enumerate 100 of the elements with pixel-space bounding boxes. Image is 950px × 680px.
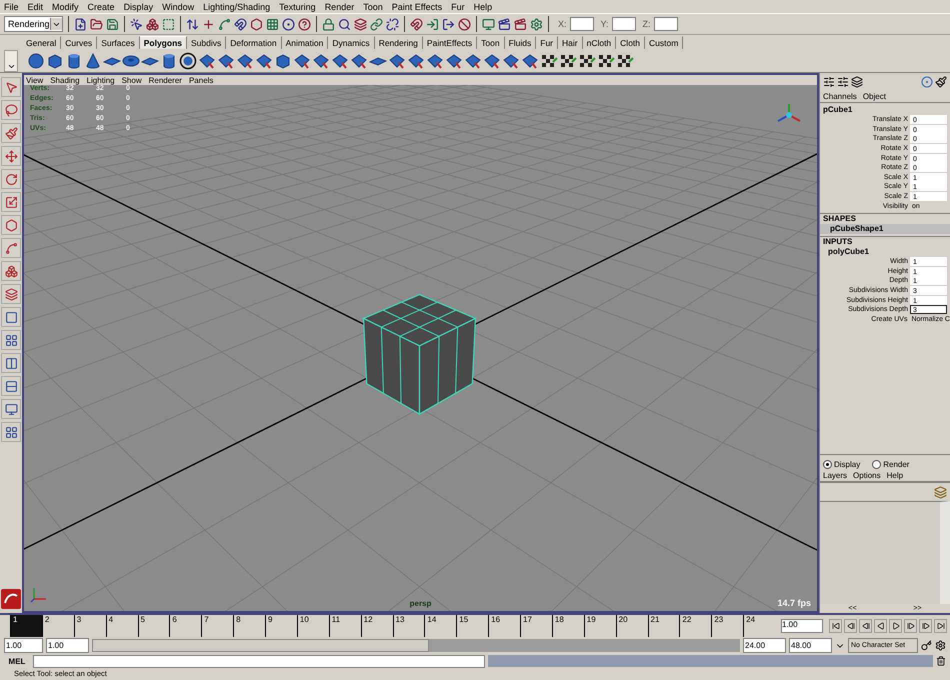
curve-icon[interactable] xyxy=(218,18,231,30)
menu-item[interactable]: Window xyxy=(162,2,194,12)
layer-menu-item[interactable]: Help xyxy=(886,471,904,480)
command-input[interactable] xyxy=(33,654,485,668)
arrows-icon[interactable] xyxy=(186,18,199,30)
shape-node-name[interactable]: pCubeShape1 xyxy=(820,224,950,234)
playback-button[interactable] xyxy=(829,619,842,633)
panel-menu-item[interactable]: Renderer xyxy=(148,76,182,84)
input-icon[interactable] xyxy=(426,18,439,30)
shelf-tab[interactable]: nCloth xyxy=(582,36,616,49)
menu-item[interactable]: Texturing xyxy=(279,2,316,12)
radio-option[interactable]: Display xyxy=(823,460,860,468)
new-file-icon[interactable] xyxy=(74,18,87,30)
menu-item[interactable]: Create xyxy=(88,2,115,12)
mesh-tool-icon[interactable] xyxy=(293,52,311,70)
mesh-tool-icon[interactable] xyxy=(255,52,273,70)
tool-button[interactable] xyxy=(1,376,21,396)
layer-menu-item[interactable]: Layers xyxy=(823,471,848,480)
shelf-tab[interactable]: Deformation xyxy=(226,36,282,49)
menu-item[interactable]: Edit xyxy=(28,2,44,12)
layers-icon[interactable] xyxy=(851,76,863,88)
output-icon[interactable] xyxy=(442,18,455,30)
playback-button[interactable] xyxy=(859,619,872,633)
shelf-tab[interactable]: Animation xyxy=(282,36,328,49)
tool-button[interactable] xyxy=(1,284,21,304)
mesh-tool-icon[interactable] xyxy=(521,52,539,70)
menu-item[interactable]: Modify xyxy=(52,2,79,12)
brush-icon[interactable] xyxy=(935,76,947,88)
shelf-tab[interactable]: Fur xyxy=(536,36,558,49)
channel-menu-item[interactable]: Object xyxy=(862,92,886,101)
tool-button[interactable] xyxy=(1,77,21,97)
panel-menu-item[interactable]: Shading xyxy=(50,76,80,84)
panel-menu-item[interactable]: Panels xyxy=(188,76,214,84)
magnet-icon[interactable] xyxy=(410,18,423,30)
tool-button[interactable] xyxy=(1,238,21,258)
shelf-tab[interactable]: Rendering xyxy=(374,36,423,49)
playback-button[interactable] xyxy=(934,619,947,633)
mesh-tool-icon[interactable] xyxy=(426,52,444,70)
new-layer-icon[interactable] xyxy=(934,486,947,498)
clapperboard-icon[interactable] xyxy=(498,18,511,30)
shelf-tab[interactable]: Polygons xyxy=(140,36,187,49)
tool-button[interactable] xyxy=(1,100,21,120)
shelf-tab[interactable]: Fluids xyxy=(504,36,536,49)
clapperboard-icon[interactable] xyxy=(514,18,527,30)
sphere-icon[interactable] xyxy=(27,52,45,70)
tool-button[interactable] xyxy=(1,169,21,189)
attribute-icon[interactable] xyxy=(837,76,849,88)
monitor-icon[interactable] xyxy=(482,18,495,30)
shelf-tab[interactable]: PaintEffects xyxy=(422,36,478,49)
tool-button[interactable] xyxy=(1,330,21,350)
shelf-tab[interactable]: Dynamics xyxy=(328,36,375,49)
key-icon[interactable] xyxy=(921,640,932,651)
plus-icon[interactable] xyxy=(202,18,215,30)
menu-item[interactable]: Help xyxy=(474,2,492,12)
mesh-tool-icon[interactable] xyxy=(312,52,330,70)
mesh-tool-icon[interactable] xyxy=(217,52,235,70)
script-editor-icon[interactable] xyxy=(936,656,946,666)
menu-item[interactable]: File xyxy=(4,2,19,12)
mesh-tool-icon[interactable] xyxy=(331,52,349,70)
playback-button[interactable] xyxy=(874,619,887,633)
help-icon[interactable] xyxy=(298,18,311,30)
cube-icon[interactable] xyxy=(46,52,64,70)
tool-button[interactable] xyxy=(1,307,21,327)
select-icon[interactable] xyxy=(130,18,143,30)
magnet-icon[interactable] xyxy=(234,18,247,30)
start-time-field[interactable]: 1.00 xyxy=(4,638,43,653)
menu-item[interactable]: Fur xyxy=(451,2,465,12)
shelf-tab[interactable]: General xyxy=(22,36,62,49)
shelf-tab[interactable]: Custom xyxy=(645,36,684,49)
mode-dropdown[interactable]: Rendering xyxy=(4,16,63,32)
link-icon[interactable] xyxy=(370,18,383,30)
tool-button[interactable] xyxy=(1,261,21,281)
shelf-tab[interactable]: Curves xyxy=(61,36,98,49)
node-name[interactable]: pCube1 xyxy=(820,105,950,115)
range-handle[interactable] xyxy=(92,639,429,652)
settings-icon[interactable] xyxy=(935,640,946,651)
channel-menu-item[interactable]: Channels xyxy=(823,92,857,101)
menu-item[interactable]: Toon xyxy=(363,2,383,12)
mesh-tool-icon[interactable] xyxy=(483,52,501,70)
playback-start-field[interactable]: 1.00 xyxy=(46,638,89,653)
coordinate-field[interactable] xyxy=(612,17,636,31)
mesh-tool-icon[interactable] xyxy=(407,52,425,70)
hexagon-icon[interactable] xyxy=(250,18,263,30)
tool-button[interactable] xyxy=(1,399,21,419)
mesh-tool-icon[interactable] xyxy=(502,52,520,70)
shelf-tab[interactable]: Hair xyxy=(558,36,583,49)
shelf-tab[interactable]: Cloth xyxy=(616,36,646,49)
playback-button[interactable] xyxy=(904,619,917,633)
panel-menu-item[interactable]: View xyxy=(26,76,44,84)
panel-menu-item[interactable]: Show xyxy=(122,76,142,84)
folder-icon[interactable] xyxy=(90,18,103,30)
save-icon[interactable] xyxy=(106,18,119,30)
mesh-tool-icon[interactable] xyxy=(198,52,216,70)
mesh-tool-icon[interactable] xyxy=(445,52,463,70)
input-node-name[interactable]: polyCube1 xyxy=(820,246,950,257)
tool-button[interactable] xyxy=(1,192,21,212)
radio-option[interactable]: Render xyxy=(872,460,910,468)
dashed-square-icon[interactable] xyxy=(162,18,175,30)
shelf-tab[interactable]: Toon xyxy=(477,36,505,49)
menu-item[interactable]: Lighting/Shading xyxy=(203,2,270,12)
